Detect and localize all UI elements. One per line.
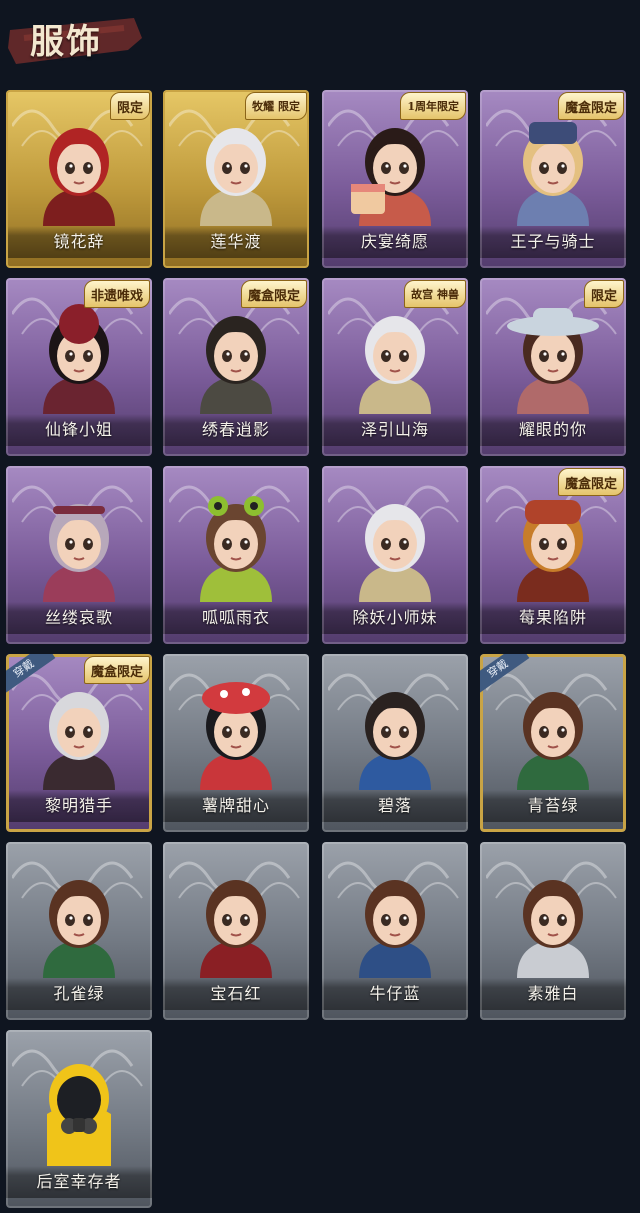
skin-card[interactable]: 莲华渡 牧耀 限定	[163, 90, 309, 268]
skin-card[interactable]: 牛仔蓝	[322, 842, 468, 1020]
section-header: 服饰	[0, 0, 640, 80]
limited-badge: 限定	[583, 280, 624, 308]
limited-badge: 限定	[109, 92, 150, 120]
berry-hat-character-icon	[503, 490, 603, 602]
prince-hat-character-icon	[503, 114, 603, 226]
skin-name: 庆宴绮愿	[360, 232, 429, 251]
red-veil-character-icon	[29, 114, 129, 226]
skin-card[interactable]: 耀眼的你 限定	[480, 278, 626, 456]
skin-name: 泽引山海	[360, 420, 429, 439]
skin-name: 青苔绿	[527, 796, 579, 815]
skin-name: 王子与骑士	[510, 232, 596, 251]
skin-name: 除妖小师妹	[352, 608, 438, 627]
frog-hat-character-icon	[186, 490, 286, 602]
limited-badge: 魔盒限定	[83, 656, 150, 684]
skin-card[interactable]: 青苔绿 穿戴	[480, 654, 626, 832]
doll-character-icon	[29, 490, 129, 602]
girl-teal-character-icon	[29, 866, 129, 978]
opera-headdress-character-icon	[29, 302, 129, 414]
skin-card[interactable]: 后室幸存者	[6, 1030, 152, 1208]
girl-white-character-icon	[503, 866, 603, 978]
skin-card[interactable]: 莓果陷阱 魔盒限定	[480, 466, 626, 644]
hunter-character-icon	[29, 678, 129, 790]
skin-card[interactable]: 宝石红	[163, 842, 309, 1020]
mushroom-hat-character-icon	[186, 678, 286, 790]
skin-name: 牛仔蓝	[369, 984, 421, 1003]
skin-name: 素雅白	[527, 984, 579, 1003]
skin-name: 孔雀绿	[53, 984, 105, 1003]
skin-name: 呱呱雨衣	[201, 608, 270, 627]
skin-card[interactable]: 仙锋小姐 非遗唯戏	[6, 278, 152, 456]
cake-character-icon	[345, 114, 445, 226]
skin-card[interactable]: 黎明猎手 魔盒限定 穿戴	[6, 654, 152, 832]
braid-character-icon	[345, 678, 445, 790]
skin-card[interactable]: 绣春逍影 魔盒限定	[163, 278, 309, 456]
skin-card[interactable]: 碧落	[322, 654, 468, 832]
gas-mask-character-icon	[29, 1054, 129, 1166]
limited-badge: 非遗唯戏	[83, 280, 150, 308]
skin-card[interactable]: 镜花辞 限定	[6, 90, 152, 268]
silver-hair-character-icon	[345, 302, 445, 414]
page-title: 服饰	[30, 22, 102, 62]
limited-badge: 牧耀 限定	[245, 92, 307, 120]
skin-name: 黎明猎手	[44, 796, 113, 815]
girl-red-character-icon	[186, 866, 286, 978]
skin-name: 碧落	[377, 796, 412, 815]
skin-name: 莲华渡	[210, 232, 262, 251]
limited-badge: 故宫 神兽	[404, 280, 466, 308]
white-hair-character-icon	[186, 114, 286, 226]
limited-badge: 魔盒限定	[240, 280, 307, 308]
skin-card[interactable]: 庆宴绮愿 1周年限定	[322, 90, 468, 268]
skin-name: 莓果陷阱	[518, 608, 587, 627]
limited-badge: 1周年限定	[400, 92, 466, 120]
skin-name: 丝缕哀歌	[44, 608, 113, 627]
skin-name: 镜花辞	[53, 232, 105, 251]
blindfold-character-icon	[345, 490, 445, 602]
skin-name: 耀眼的你	[518, 420, 587, 439]
girl-blue-character-icon	[345, 866, 445, 978]
limited-badge: 魔盒限定	[557, 92, 624, 120]
skin-name: 绣春逍影	[201, 420, 270, 439]
skin-card[interactable]: 丝缕哀歌	[6, 466, 152, 644]
skin-card[interactable]: 除妖小师妹	[322, 466, 468, 644]
skin-card[interactable]: 泽引山海 故宫 神兽	[322, 278, 468, 456]
skin-card[interactable]: 素雅白	[480, 842, 626, 1020]
swordsman-character-icon	[186, 302, 286, 414]
skin-name: 宝石红	[210, 984, 262, 1003]
skin-card[interactable]: 薯牌甜心	[163, 654, 309, 832]
cowboy-hat-character-icon	[503, 302, 603, 414]
skin-name: 后室幸存者	[36, 1172, 122, 1191]
limited-badge: 魔盒限定	[557, 468, 624, 496]
skin-name: 薯牌甜心	[201, 796, 270, 815]
skin-card[interactable]: 呱呱雨衣	[163, 466, 309, 644]
girl-green-character-icon	[503, 678, 603, 790]
skin-card[interactable]: 王子与骑士 魔盒限定	[480, 90, 626, 268]
skin-card[interactable]: 孔雀绿	[6, 842, 152, 1020]
skin-name: 仙锋小姐	[44, 420, 113, 439]
